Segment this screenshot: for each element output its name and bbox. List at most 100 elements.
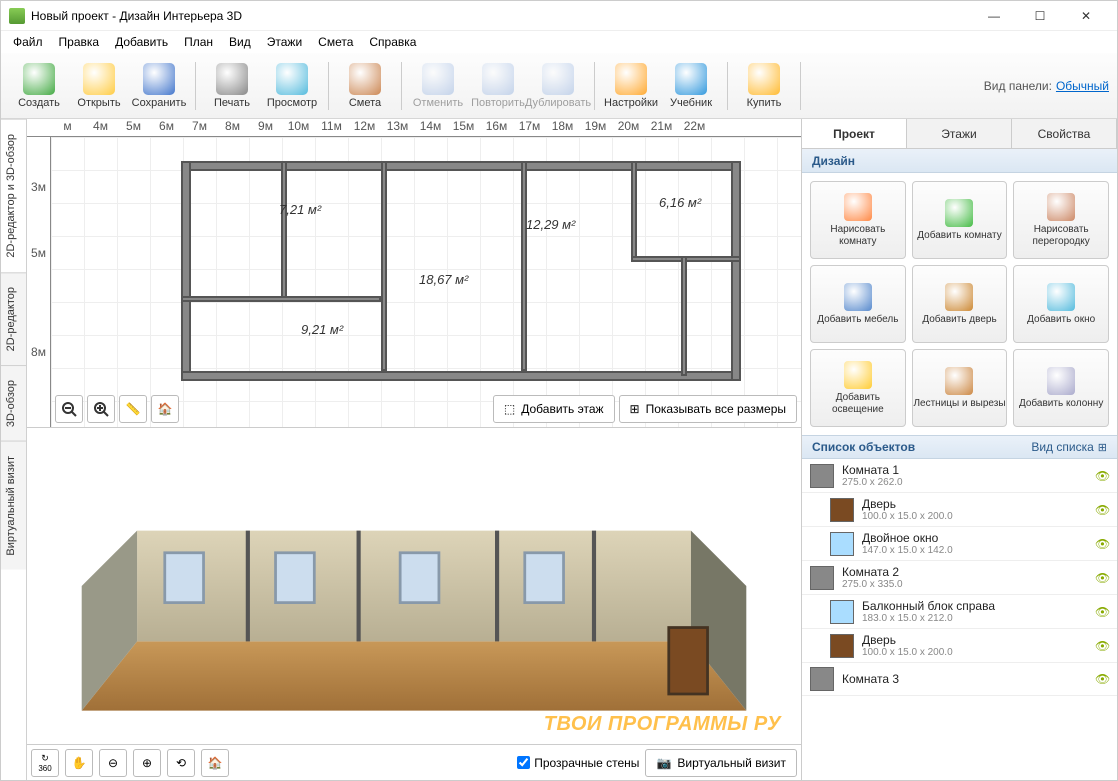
- vtab-3[interactable]: Виртуальный визит: [1, 441, 26, 570]
- zoom-in-3d-button[interactable]: ⊕: [133, 749, 161, 777]
- add-column-tool[interactable]: Добавить колонну: [1013, 349, 1109, 427]
- object-item[interactable]: Двойное окно147.0 x 15.0 x 142.0👁: [802, 527, 1117, 561]
- menu-Правка[interactable]: Правка: [51, 33, 108, 51]
- add-room-tool[interactable]: Добавить комнату: [912, 181, 1008, 259]
- buy-button[interactable]: Купить: [734, 58, 794, 114]
- canvas-2d[interactable]: 📏 🏠 ⬚Добавить этаж ⊞Показывать все разме…: [51, 137, 801, 427]
- room-icon: [810, 464, 834, 488]
- add-window-tool[interactable]: Добавить окно: [1013, 265, 1109, 343]
- pan-button[interactable]: ✋: [65, 749, 93, 777]
- minimize-button[interactable]: —: [971, 1, 1017, 31]
- estimate-icon: [349, 63, 381, 95]
- vtab-0[interactable]: 2D-редактор и 3D-обзор: [1, 119, 26, 272]
- open-button[interactable]: Открыть: [69, 58, 129, 114]
- undo-icon: [422, 63, 454, 95]
- show-dims-button[interactable]: ⊞Показывать все размеры: [619, 395, 797, 423]
- visibility-icon[interactable]: 👁: [1095, 605, 1109, 619]
- canvas-3d[interactable]: ТВОИ ПРОГРАММЫ РУ: [27, 427, 801, 744]
- add-room-icon: [945, 199, 973, 227]
- ruler-horizontal: м4м5м6м7м8м9м10м11м12м13м14м15м16м17м18м…: [27, 119, 801, 137]
- zoom-out-button[interactable]: [55, 395, 83, 423]
- home-button[interactable]: 🏠: [151, 395, 179, 423]
- add-furniture-tool[interactable]: Добавить мебель: [810, 265, 906, 343]
- room-label: 6,16 м²: [659, 195, 701, 210]
- rotate-360-button[interactable]: ↻360: [31, 749, 59, 777]
- vtab-2[interactable]: 3D-обзор: [1, 365, 26, 441]
- add-floor-button[interactable]: ⬚Добавить этаж: [493, 395, 615, 423]
- app-icon: [9, 8, 25, 24]
- object-item[interactable]: Комната 2275.0 x 335.0👁: [802, 561, 1117, 595]
- open-icon: [83, 63, 115, 95]
- draw-partition-tool[interactable]: Нарисовать перегородку: [1013, 181, 1109, 259]
- object-item[interactable]: Дверь100.0 x 15.0 x 200.0👁: [802, 629, 1117, 663]
- close-button[interactable]: ✕: [1063, 1, 1109, 31]
- bottom-toolbar: ↻360 ✋ ⊖ ⊕ ⟲ 🏠 Прозрачные стены 📷Виртуал…: [27, 744, 801, 780]
- window-icon: [830, 532, 854, 556]
- object-item[interactable]: Дверь100.0 x 15.0 x 200.0👁: [802, 493, 1117, 527]
- undo-button[interactable]: Отменить: [408, 58, 468, 114]
- add-light-icon: [844, 361, 872, 389]
- menu-Справка[interactable]: Справка: [361, 33, 424, 51]
- menu-Смета[interactable]: Смета: [310, 33, 361, 51]
- help-icon: [675, 63, 707, 95]
- menu-Файл[interactable]: Файл: [5, 33, 51, 51]
- object-item[interactable]: Комната 3👁: [802, 663, 1117, 696]
- rtab-Проект[interactable]: Проект: [802, 119, 907, 148]
- virtual-visit-button[interactable]: 📷Виртуальный визит: [645, 749, 797, 777]
- visibility-icon[interactable]: 👁: [1095, 571, 1109, 585]
- zoom-in-button[interactable]: [87, 395, 115, 423]
- add-light-tool[interactable]: Добавить освещение: [810, 349, 906, 427]
- menu-Вид[interactable]: Вид: [221, 33, 259, 51]
- rtab-Этажи[interactable]: Этажи: [907, 119, 1012, 148]
- ruler-button[interactable]: 📏: [119, 395, 147, 423]
- home-3d-button[interactable]: 🏠: [201, 749, 229, 777]
- menu-Этажи[interactable]: Этажи: [259, 33, 310, 51]
- add-door-tool[interactable]: Добавить дверь: [912, 265, 1008, 343]
- redo-icon: [482, 63, 514, 95]
- visibility-icon[interactable]: 👁: [1095, 672, 1109, 686]
- draw-partition-icon: [1047, 193, 1075, 221]
- zoom-out-3d-button[interactable]: ⊖: [99, 749, 127, 777]
- transparent-walls-checkbox[interactable]: Прозрачные стены: [517, 756, 639, 770]
- settings-button[interactable]: Настройки: [601, 58, 661, 114]
- titlebar: Новый проект - Дизайн Интерьера 3D — ☐ ✕: [1, 1, 1117, 31]
- floorplan: [121, 151, 751, 391]
- print-button[interactable]: Печать: [202, 58, 262, 114]
- canvas-2d-controls: 📏 🏠 ⬚Добавить этаж ⊞Показывать все разме…: [51, 391, 801, 427]
- object-list: Комната 1275.0 x 262.0👁Дверь100.0 x 15.0…: [802, 459, 1117, 780]
- reset-button[interactable]: ⟲: [167, 749, 195, 777]
- visibility-icon[interactable]: 👁: [1095, 469, 1109, 483]
- redo-button[interactable]: Повторить: [468, 58, 528, 114]
- estimate-button[interactable]: Смета: [335, 58, 395, 114]
- save-button[interactable]: Сохранить: [129, 58, 189, 114]
- right-panel: ПроектЭтажиСвойства Дизайн Нарисовать ко…: [801, 119, 1117, 780]
- visibility-icon[interactable]: 👁: [1095, 503, 1109, 517]
- create-button[interactable]: Создать: [9, 58, 69, 114]
- maximize-button[interactable]: ☐: [1017, 1, 1063, 31]
- object-item[interactable]: Комната 1275.0 x 262.0👁: [802, 459, 1117, 493]
- create-icon: [23, 63, 55, 95]
- panel-mode-link[interactable]: Обычный: [1056, 79, 1109, 93]
- room-label: 9,21 м²: [301, 322, 343, 337]
- window-icon: [830, 600, 854, 624]
- content: 2D-редактор и 3D-обзор2D-редактор3D-обзо…: [1, 119, 1117, 780]
- design-section-header: Дизайн: [802, 149, 1117, 173]
- menubar: ФайлПравкаДобавитьПланВидЭтажиСметаСправ…: [1, 31, 1117, 53]
- add-window-icon: [1047, 283, 1075, 311]
- object-item[interactable]: Балконный блок справа183.0 x 15.0 x 212.…: [802, 595, 1117, 629]
- vtab-1[interactable]: 2D-редактор: [1, 272, 26, 365]
- ruler-vertical: 3м5м8м: [27, 137, 51, 427]
- visibility-icon[interactable]: 👁: [1095, 639, 1109, 653]
- help-button[interactable]: Учебник: [661, 58, 721, 114]
- window-title: Новый проект - Дизайн Интерьера 3D: [31, 9, 971, 23]
- draw-room-icon: [844, 193, 872, 221]
- menu-План[interactable]: План: [176, 33, 221, 51]
- visibility-icon[interactable]: 👁: [1095, 537, 1109, 551]
- duplicate-button[interactable]: Дублировать: [528, 58, 588, 114]
- view-list-link[interactable]: Вид списка ⊞: [1031, 440, 1107, 454]
- draw-room-tool[interactable]: Нарисовать комнату: [810, 181, 906, 259]
- rtab-Свойства[interactable]: Свойства: [1012, 119, 1117, 148]
- stairs-tool[interactable]: Лестницы и вырезы: [912, 349, 1008, 427]
- preview-button[interactable]: Просмотр: [262, 58, 322, 114]
- menu-Добавить[interactable]: Добавить: [107, 33, 176, 51]
